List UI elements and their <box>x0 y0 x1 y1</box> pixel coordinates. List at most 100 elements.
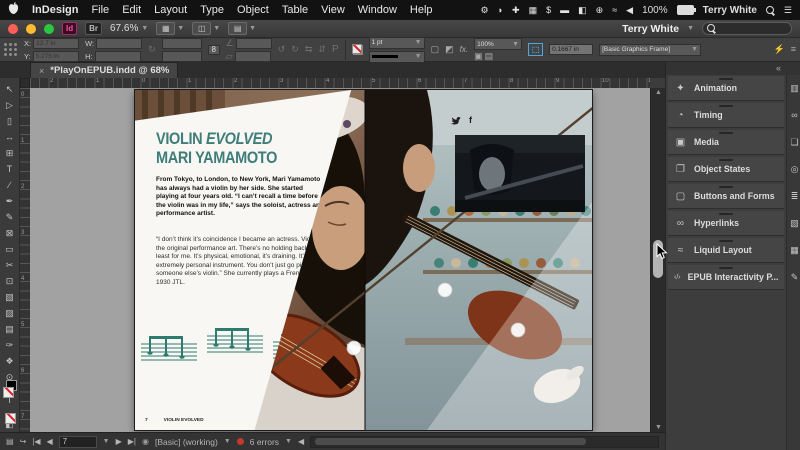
menubar-user[interactable]: Terry White <box>703 5 757 16</box>
gradient-feather-tool[interactable]: ▨ <box>2 305 18 321</box>
links-panel-icon[interactable]: ∞ <box>787 110 800 120</box>
shield-status-icon[interactable]: ✚ <box>512 6 520 15</box>
stroke-panel-icon[interactable]: ≣ <box>787 191 800 202</box>
minimize-window-button[interactable] <box>26 24 36 34</box>
view-options-dropdown[interactable]: ▦▼ <box>156 22 184 35</box>
x-position-field[interactable]: 12.7 in <box>33 38 79 49</box>
scroll-down-arrow[interactable]: ▼ <box>651 424 666 431</box>
previous-page-button[interactable]: ◀ <box>47 437 53 446</box>
gap-value-field[interactable]: 0.1667 in <box>549 44 593 55</box>
wifi-status-icon[interactable]: ≈ <box>612 6 617 15</box>
notification-status-icon[interactable]: ◗ <box>498 6 503 15</box>
menu-edit[interactable]: Edit <box>122 4 141 16</box>
scale-y-field[interactable] <box>162 51 202 62</box>
panel-button-liquid-layout[interactable]: ≈ Liquid Layout <box>668 238 784 263</box>
control-panel-menu-icon[interactable]: ≡ <box>791 45 796 54</box>
apply-color-swatch[interactable] <box>3 411 17 415</box>
facebook-icon[interactable]: f <box>469 116 472 125</box>
width-field[interactable] <box>96 38 142 49</box>
errors-menu-dropdown[interactable]: ▼ <box>285 438 292 445</box>
panel-button-media[interactable]: ▣ Media <box>668 130 784 155</box>
gradient-panel-icon[interactable]: ▧ <box>787 218 800 229</box>
page-list-dropdown[interactable]: ▼ <box>103 438 110 445</box>
rotate-icon[interactable]: ↻ <box>148 45 156 54</box>
menu-object[interactable]: Object <box>237 4 269 16</box>
constrain-proportions-link[interactable]: 8 <box>208 45 220 55</box>
panel-button-timing[interactable]: ◔ Timing <box>668 103 784 128</box>
page-transitions-panel-icon[interactable]: ✎ <box>787 272 800 283</box>
apple-menu-icon[interactable] <box>8 2 19 18</box>
pencil-tool[interactable]: ✎ <box>2 209 18 225</box>
menu-view[interactable]: View <box>321 4 345 16</box>
collapse-panels-icon[interactable]: « <box>776 63 781 73</box>
dollar-status-icon[interactable]: $ <box>546 6 551 15</box>
ruler-origin-corner[interactable] <box>20 78 30 88</box>
screen-mode-dropdown[interactable]: ◫▼ <box>192 22 220 35</box>
wrench-status-icon[interactable]: ⚙ <box>481 6 489 15</box>
close-document-icon[interactable]: × <box>39 66 44 76</box>
frame-fitting-button[interactable]: ⬚ <box>528 43 543 56</box>
gradient-swatch-tool[interactable]: ▧ <box>2 289 18 305</box>
colorsync-status-icon[interactable]: ▦ <box>529 6 538 15</box>
volume-status-icon[interactable]: ◀ <box>626 6 633 15</box>
bridge-icon[interactable]: Br <box>85 22 102 35</box>
panel-button-object-states[interactable]: ❐ Object States <box>668 157 784 182</box>
preflight-menu-dropdown[interactable]: ▼ <box>224 438 231 445</box>
wrap-none-icon[interactable]: ▣ <box>474 52 483 61</box>
corner-shape-icon[interactable]: ◩ <box>445 45 454 54</box>
panel-button-animation[interactable]: ✦ Animation <box>668 76 784 101</box>
swatches-panel-icon[interactable]: ◎ <box>787 164 800 175</box>
table-panel-icon[interactable]: ▦ <box>787 245 800 256</box>
preview-spreads-icon[interactable]: ▤ <box>6 437 14 446</box>
selection-tool[interactable]: ↖ <box>2 81 18 97</box>
twitter-icon[interactable] <box>451 116 461 125</box>
rotate-ccw-button[interactable]: ↺ <box>278 45 286 54</box>
menu-window[interactable]: Window <box>358 4 397 16</box>
note-tool[interactable]: ▤ <box>2 321 18 337</box>
document-canvas[interactable]: VIOLIN EVOLVED MARI YAMAMOTO From Tokyo,… <box>30 88 650 432</box>
object-style-dropdown[interactable]: [Basic Graphics Frame]▼ <box>599 44 701 56</box>
page-tool[interactable]: ▯ <box>2 113 18 129</box>
gap-tool[interactable]: ↔ <box>2 129 18 145</box>
corner-options-icon[interactable]: ▢ <box>431 45 440 54</box>
opacity-dropdown[interactable]: 100%▼ <box>474 38 522 50</box>
display-status-icon[interactable]: ◧ <box>578 6 587 15</box>
menu-layout[interactable]: Layout <box>154 4 187 16</box>
panel-button-hyperlinks[interactable]: ∞ Hyperlinks <box>668 211 784 236</box>
wrap-bounding-icon[interactable]: ▤ <box>485 52 494 61</box>
vertical-scrollbar[interactable]: ▲ ▼ <box>650 88 666 432</box>
menu-type[interactable]: Type <box>200 4 224 16</box>
timemachine-status-icon[interactable]: ⊕ <box>596 6 604 15</box>
layers-panel-icon[interactable]: ❏ <box>787 137 800 148</box>
next-page-button[interactable]: ▶ <box>116 437 122 446</box>
line-tool[interactable]: ∕ <box>2 177 18 193</box>
scroll-up-arrow[interactable]: ▲ <box>651 89 666 96</box>
flip-vertical-button[interactable]: ⇵ <box>318 45 326 54</box>
pen-tool[interactable]: ✒ <box>2 193 18 209</box>
document-tab[interactable]: × *PlayOnEPUB.indd @ 68% <box>30 62 178 78</box>
spotlight-search-icon[interactable] <box>766 6 775 15</box>
stroke-weight-dropdown[interactable]: 1 pt▼ <box>369 37 425 49</box>
quick-apply-bolt-icon[interactable]: ⚡ <box>774 45 785 54</box>
scissors-tool[interactable]: ✂ <box>2 257 18 273</box>
scale-x-field[interactable] <box>162 38 202 49</box>
eyedropper-tool[interactable]: ✑ <box>2 337 18 353</box>
free-transform-tool[interactable]: ⊡ <box>2 273 18 289</box>
last-page-button[interactable]: ▶| <box>128 437 136 446</box>
csuser-menu[interactable]: Terry White <box>622 23 679 35</box>
page-number-field[interactable]: 7 <box>59 436 97 448</box>
menu-file[interactable]: File <box>91 4 109 16</box>
card-status-icon[interactable]: ▬ <box>560 6 569 15</box>
preflight-profile[interactable]: [Basic] (working) <box>155 437 218 447</box>
menu-help[interactable]: Help <box>410 4 433 16</box>
flip-horizontal-button[interactable]: ⇆ <box>305 45 313 54</box>
height-field[interactable] <box>95 51 141 62</box>
preflight-errors-count[interactable]: 6 errors <box>250 437 279 447</box>
menu-indesign[interactable]: InDesign <box>32 4 78 16</box>
reference-point-proxy[interactable] <box>4 43 18 57</box>
content-collector-tool[interactable]: ⊞ <box>2 145 18 161</box>
notification-center-icon[interactable]: ☰ <box>784 6 792 15</box>
menu-table[interactable]: Table <box>282 4 308 16</box>
rotate-cw-button[interactable]: ↻ <box>291 45 299 54</box>
rectangle-frame-tool[interactable]: ⊠ <box>2 225 18 241</box>
